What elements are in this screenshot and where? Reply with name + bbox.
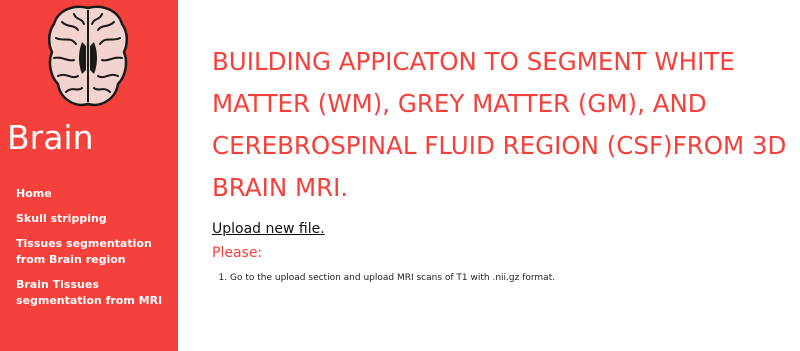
sidebar-item-home: Home xyxy=(16,186,174,202)
nav-link-brain-tissues-segmentation-mri[interactable]: Brain Tissues segmentation from MRI xyxy=(16,277,174,309)
brain-icon[interactable] xyxy=(44,2,132,112)
instruction-step: Go to the upload section and upload MRI … xyxy=(230,271,792,285)
sidebar: Brain Home Skull stripping Tissues segme… xyxy=(0,0,178,351)
sidebar-item-brain-tissues-segmentation-mri: Brain Tissues segmentation from MRI xyxy=(16,277,174,309)
nav-link-skull-stripping[interactable]: Skull stripping xyxy=(16,211,174,227)
brand-title: Brain xyxy=(7,118,94,157)
sidebar-item-skull-stripping: Skull stripping xyxy=(16,211,174,227)
nav-link-tissues-segmentation-brain-region[interactable]: Tissues segmentation from Brain region xyxy=(16,236,174,268)
upload-new-file-link[interactable]: Upload new file. xyxy=(212,221,325,237)
sidebar-item-tissues-segmentation-brain-region: Tissues segmentation from Brain region xyxy=(16,236,174,268)
main-content: BUILDING APPICATON TO SEGMENT WHITE MATT… xyxy=(212,41,792,285)
nav-link-home[interactable]: Home xyxy=(16,186,174,202)
instructions-list: Go to the upload section and upload MRI … xyxy=(212,271,792,285)
page-title: BUILDING APPICATON TO SEGMENT WHITE MATT… xyxy=(212,47,787,202)
sidebar-nav: Home Skull stripping Tissues segmentatio… xyxy=(16,186,174,318)
instructions-heading: Please: xyxy=(212,245,263,261)
